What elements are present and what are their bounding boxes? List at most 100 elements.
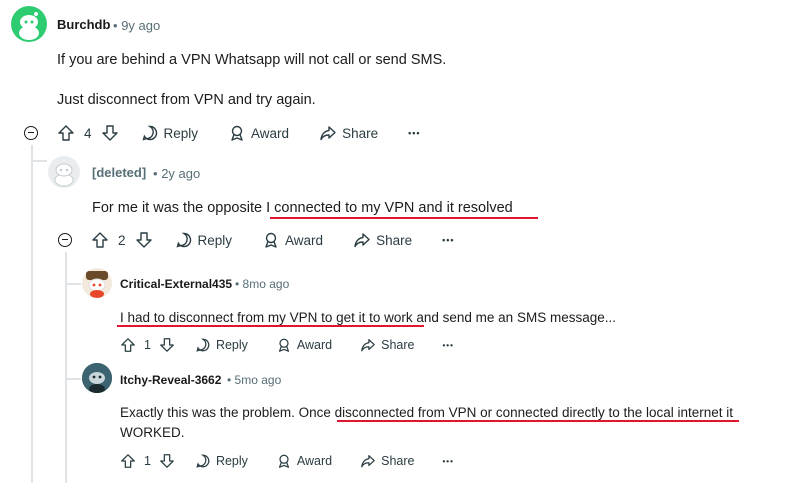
upvote-icon[interactable] xyxy=(57,124,75,142)
comment-time[interactable]: 8mo ago xyxy=(243,277,290,291)
snoo-avatar-icon xyxy=(86,271,108,298)
red-underline-annotation xyxy=(270,217,538,219)
comment-bubble-icon xyxy=(196,454,210,468)
red-underline-annotation xyxy=(337,420,739,422)
comment-actions: 4 Reply Award Share ••• xyxy=(57,124,421,142)
vote-count: 1 xyxy=(144,454,151,468)
award-icon xyxy=(278,338,289,352)
comment-username: [deleted] xyxy=(92,165,147,180)
share-label: Share xyxy=(381,338,415,352)
vote-group: 1 xyxy=(120,453,175,469)
snoo-avatar-icon xyxy=(19,12,39,40)
comment-body-line: Just disconnect from VPN and try again. xyxy=(57,92,316,108)
share-icon xyxy=(361,455,375,468)
comment-bubble-icon xyxy=(142,125,157,141)
avatar[interactable] xyxy=(11,6,47,42)
comment-body-line: For me it was the opposite I connected t… xyxy=(92,200,513,216)
share-label: Share xyxy=(376,232,413,248)
deleted-user-avatar-icon xyxy=(54,163,74,187)
downvote-icon[interactable] xyxy=(159,337,175,353)
award-button[interactable]: Award xyxy=(262,231,323,249)
comment-meta: • 8mo ago xyxy=(235,277,289,291)
award-button[interactable]: Award xyxy=(228,124,289,142)
award-icon xyxy=(265,232,277,248)
share-button[interactable]: Share xyxy=(360,337,415,353)
thread-line-curve xyxy=(65,378,81,380)
share-button[interactable]: Share xyxy=(353,231,412,249)
vote-count: 1 xyxy=(144,338,151,352)
comment-time[interactable]: 2y ago xyxy=(161,166,200,181)
more-options-button[interactable]: ••• xyxy=(443,341,454,350)
comment-meta: • 5mo ago xyxy=(227,373,281,387)
thread-line xyxy=(65,252,67,483)
share-icon xyxy=(320,126,336,141)
comment-actions: 1 Reply Award Share ••• xyxy=(120,337,454,353)
vote-group: 2 xyxy=(91,231,153,249)
award-label: Award xyxy=(296,338,333,352)
comment-time[interactable]: 5mo ago xyxy=(235,373,282,387)
downvote-icon[interactable] xyxy=(135,231,153,249)
comment-body-line: Exactly this was the problem. Once disco… xyxy=(120,405,734,420)
comment-meta: • 9y ago xyxy=(113,18,160,33)
vote-group: 1 xyxy=(120,337,175,353)
avatar[interactable] xyxy=(82,268,112,298)
comment-actions: 2 Reply Award Share ••• xyxy=(91,231,455,249)
upvote-icon[interactable] xyxy=(120,453,136,469)
red-underline-annotation xyxy=(117,325,424,327)
award-label: Award xyxy=(285,232,324,248)
avatar[interactable] xyxy=(82,363,112,393)
award-icon xyxy=(278,454,289,468)
more-options-button[interactable]: ••• xyxy=(408,128,420,138)
reply-label: Reply xyxy=(163,125,199,141)
share-label: Share xyxy=(381,454,415,468)
share-button[interactable]: Share xyxy=(319,124,378,142)
thread-line-curve xyxy=(31,160,47,162)
reply-label: Reply xyxy=(215,338,248,352)
comment-body-line: WORKED. xyxy=(120,425,185,440)
award-button[interactable]: Award xyxy=(276,337,332,353)
award-label: Award xyxy=(251,125,290,141)
collapse-thread-button[interactable] xyxy=(24,126,38,140)
reply-button[interactable]: Reply xyxy=(175,231,233,249)
award-button[interactable]: Award xyxy=(276,453,332,469)
vote-count: 4 xyxy=(84,125,92,141)
share-icon xyxy=(354,233,370,248)
comment-body-line: I had to disconnect from my VPN to get i… xyxy=(120,310,616,325)
share-button[interactable]: Share xyxy=(360,453,415,469)
vote-count: 2 xyxy=(118,232,126,248)
reply-button[interactable]: Reply xyxy=(195,453,248,469)
comment-username[interactable]: Burchdb xyxy=(57,17,110,32)
separator: • xyxy=(113,18,118,33)
upvote-icon[interactable] xyxy=(120,337,136,353)
thread-line xyxy=(31,145,33,483)
more-options-button[interactable]: ••• xyxy=(443,457,454,466)
share-label: Share xyxy=(342,125,379,141)
downvote-icon[interactable] xyxy=(159,453,175,469)
comment-actions: 1 Reply Award Share ••• xyxy=(120,453,454,469)
comment-bubble-icon xyxy=(196,338,210,352)
comment-bubble-icon xyxy=(176,232,191,248)
comment-time[interactable]: 9y ago xyxy=(121,18,160,33)
separator: • xyxy=(235,277,240,291)
reply-button[interactable]: Reply xyxy=(195,337,248,353)
thread-line-curve xyxy=(65,283,81,285)
reply-label: Reply xyxy=(215,454,248,468)
comment-meta: • 2y ago xyxy=(153,166,200,181)
upvote-icon[interactable] xyxy=(91,231,109,249)
downvote-icon[interactable] xyxy=(101,124,119,142)
award-icon xyxy=(231,125,243,141)
reply-label: Reply xyxy=(197,232,233,248)
award-label: Award xyxy=(296,454,333,468)
reply-button[interactable]: Reply xyxy=(141,124,199,142)
avatar[interactable] xyxy=(48,156,80,188)
separator: • xyxy=(153,166,158,181)
vote-group: 4 xyxy=(57,124,119,142)
share-icon xyxy=(361,339,375,352)
comment-body-line: If you are behind a VPN Whatsapp will no… xyxy=(57,52,447,68)
snoo-avatar-icon xyxy=(82,363,112,393)
separator: • xyxy=(227,373,232,387)
collapse-thread-button[interactable] xyxy=(58,233,72,247)
more-options-button[interactable]: ••• xyxy=(442,235,454,245)
comment-username[interactable]: Itchy-Reveal-3662 xyxy=(120,373,221,387)
comment-username[interactable]: Critical-External435 xyxy=(120,277,232,291)
